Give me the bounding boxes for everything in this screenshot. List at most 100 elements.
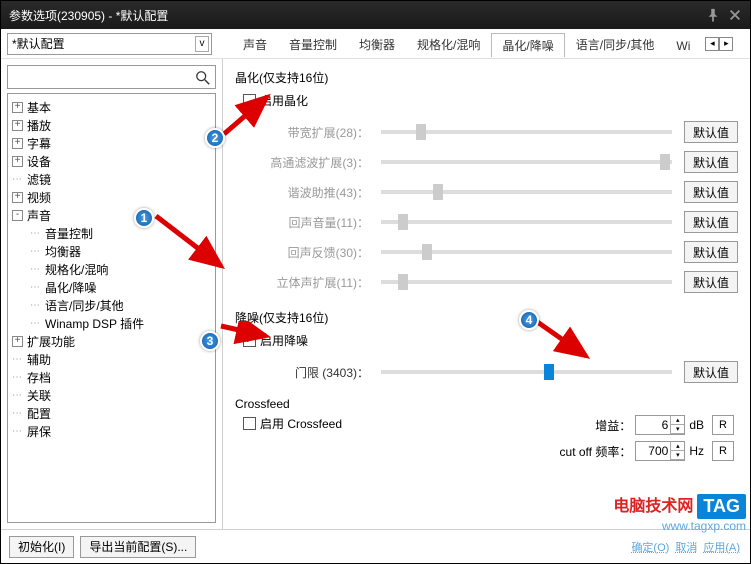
gain-reset-button[interactable]: R: [712, 415, 734, 435]
tree-leaf-icon: ⋯: [30, 246, 41, 257]
gain-up[interactable]: ▴: [671, 416, 684, 425]
tree-leaf-icon: ⋯: [12, 408, 23, 419]
search-icon[interactable]: [193, 68, 211, 86]
tree-item[interactable]: ⋯屏保: [10, 422, 213, 440]
close-icon[interactable]: [728, 8, 742, 22]
ok-link[interactable]: 确定(O): [631, 539, 669, 555]
tree-item-label: 规格化/混响: [45, 261, 108, 278]
default-button[interactable]: 默认值: [684, 211, 738, 233]
gain-input[interactable]: [636, 418, 670, 432]
tree-item[interactable]: + 字幕: [10, 134, 213, 152]
slider[interactable]: [381, 250, 672, 254]
slider-label: 谐波助推(43)：: [235, 184, 375, 201]
expand-icon[interactable]: +: [12, 138, 23, 149]
expand-icon[interactable]: +: [12, 336, 23, 347]
gain-down[interactable]: ▾: [671, 425, 684, 434]
tree-item[interactable]: ⋯滤镜: [10, 170, 213, 188]
tree-item[interactable]: ⋯存档: [10, 368, 213, 386]
tree-item[interactable]: ⋯配置: [10, 404, 213, 422]
tree-item-label: Winamp DSP 插件: [45, 315, 144, 332]
expand-icon[interactable]: +: [12, 156, 23, 167]
cutoff-input[interactable]: [636, 444, 670, 458]
tree-item[interactable]: ⋯ 音量控制: [10, 224, 213, 242]
category-tree[interactable]: +基本+播放+字幕+设备⋯滤镜+视频-声音⋯音量控制⋯均衡器⋯规格化/混响⋯晶化…: [7, 93, 216, 523]
tree-item[interactable]: ⋯规格化/混响: [10, 260, 213, 278]
tree-item-label: 音量控制: [45, 225, 93, 242]
tab-scroll-left[interactable]: ◂: [705, 37, 719, 51]
tree-item[interactable]: +设备: [10, 152, 213, 170]
default-button[interactable]: 默认值: [684, 181, 738, 203]
slider[interactable]: [381, 190, 672, 194]
enable-crossfeed-checkbox[interactable]: [243, 417, 256, 430]
chevron-down-icon[interactable]: v: [195, 36, 209, 52]
cutoff-down[interactable]: ▾: [671, 451, 684, 460]
tree-item[interactable]: + 播放: [10, 116, 213, 134]
gain-spinner[interactable]: ▴▾: [635, 415, 685, 435]
search-box[interactable]: [7, 65, 216, 89]
preset-dropdown[interactable]: *默认配置 v: [7, 33, 212, 55]
tree-leaf-icon: ⋯: [12, 354, 23, 365]
tree-leaf-icon: ⋯: [30, 228, 41, 239]
tree-item[interactable]: +视频: [10, 188, 213, 206]
crossfeed-header: Crossfeed: [235, 397, 738, 411]
pin-icon[interactable]: [706, 8, 720, 22]
crystal-group-title: 晶化(仅支持16位): [235, 69, 738, 86]
tree-item-label: 播放: [27, 117, 51, 134]
tab-crystal-denoise[interactable]: 晶化/降噪: [491, 33, 564, 57]
tree-item[interactable]: ⋯晶化/降噪: [10, 278, 213, 296]
tree-leaf-icon: ⋯: [12, 390, 23, 401]
expand-icon[interactable]: +: [12, 120, 23, 131]
cancel-link[interactable]: 取消: [675, 539, 697, 555]
tree-leaf-icon: ⋯: [30, 300, 41, 311]
slider[interactable]: [381, 160, 672, 164]
tree-item[interactable]: -声音: [10, 206, 213, 224]
cutoff-up[interactable]: ▴: [671, 442, 684, 451]
default-button[interactable]: 默认值: [684, 151, 738, 173]
threshold-slider[interactable]: [381, 370, 672, 374]
tree-item-label: 关联: [27, 387, 51, 404]
expand-icon[interactable]: +: [12, 102, 23, 113]
tree-item[interactable]: ⋯ 辅助: [10, 350, 213, 368]
tab-scroll-right[interactable]: ▸: [719, 37, 733, 51]
cutoff-reset-button[interactable]: R: [712, 441, 734, 461]
cutoff-spinner[interactable]: ▴▾: [635, 441, 685, 461]
init-button[interactable]: 初始化(I): [9, 536, 74, 558]
preset-value: *默认配置: [12, 35, 65, 52]
expand-icon[interactable]: +: [12, 192, 23, 203]
slider-label: 回声反馈(30)：: [235, 244, 375, 261]
tab-lang-sync[interactable]: 语言/同步/其他: [565, 32, 666, 56]
search-input[interactable]: [12, 70, 193, 84]
default-button[interactable]: 默认值: [684, 121, 738, 143]
default-button[interactable]: 默认值: [684, 271, 738, 293]
tree-item[interactable]: +扩展功能: [10, 332, 213, 350]
tab-volume[interactable]: 音量控制: [278, 32, 348, 56]
tab-more[interactable]: Wi: [665, 35, 701, 56]
threshold-default-button[interactable]: 默认值: [684, 361, 738, 383]
collapse-icon[interactable]: -: [12, 210, 23, 221]
apply-link[interactable]: 应用(A): [703, 539, 740, 555]
tree-item[interactable]: + 基本: [10, 98, 213, 116]
tab-eq[interactable]: 均衡器: [348, 32, 406, 56]
tree-item-label: 辅助: [27, 351, 51, 368]
default-button[interactable]: 默认值: [684, 241, 738, 263]
tree-item[interactable]: ⋯Winamp DSP 插件: [10, 314, 213, 332]
enable-crystal-checkbox[interactable]: [243, 94, 256, 107]
slider[interactable]: [381, 130, 672, 134]
slider[interactable]: [381, 220, 672, 224]
cutoff-label: cut off 频率：: [560, 443, 632, 460]
tree-item[interactable]: ⋯均衡器: [10, 242, 213, 260]
tab-sound[interactable]: 声音: [232, 32, 278, 56]
enable-denoise-checkbox[interactable]: ✓: [243, 334, 256, 347]
denoise-group-title: 降噪(仅支持16位): [235, 309, 738, 326]
export-config-button[interactable]: 导出当前配置(S)...: [80, 536, 196, 558]
slider[interactable]: [381, 280, 672, 284]
tree-item[interactable]: ⋯ 语言/同步/其他: [10, 296, 213, 314]
tree-item[interactable]: ⋯ 关联: [10, 386, 213, 404]
tree-item-label: 语言/同步/其他: [45, 297, 124, 314]
slider-label: 带宽扩展(28)：: [235, 124, 375, 141]
cutoff-unit: Hz: [689, 444, 704, 458]
tab-normalize[interactable]: 规格化/混响: [406, 32, 491, 56]
tree-item-label: 基本: [27, 99, 51, 116]
tree-item-label: 字幕: [27, 135, 51, 152]
titlebar: 参数选项(230905) - *默认配置: [1, 1, 750, 29]
